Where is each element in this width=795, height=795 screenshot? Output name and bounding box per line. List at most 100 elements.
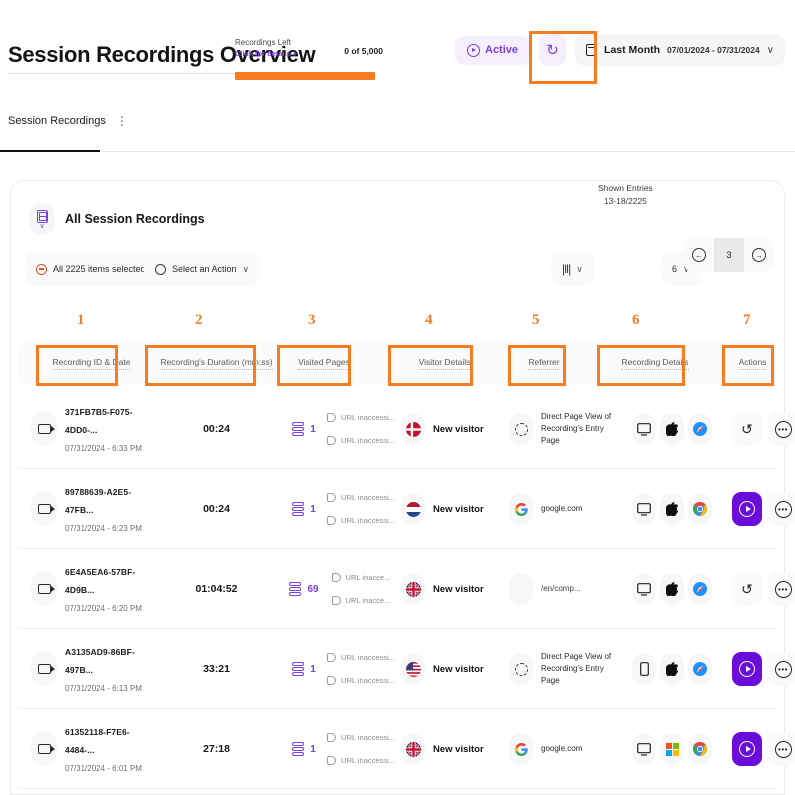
os-icon-apple[interactable] (660, 653, 684, 685)
chevron-down-icon: ∨ (766, 44, 774, 56)
table-row[interactable]: 6E4A5EA6-57BF-4D9B... 07/31/2024 - 6:20 P… (19, 549, 795, 629)
enter-arrow-icon (327, 733, 337, 742)
active-filter-label: Active (485, 44, 519, 56)
referrer-text: Direct Page View of Recording's Entry Pa… (541, 652, 612, 685)
cell-recording-id[interactable]: 61352118-F7E6-4484-... 07/31/2024 - 6:01 … (25, 709, 153, 789)
country-flag-badge (401, 573, 425, 605)
cell-visited-pages[interactable]: 69 (284, 549, 324, 629)
date-range-picker[interactable]: Last Month 07/01/2024 - 07/31/2024 ∨ (575, 34, 785, 66)
os-icon-apple[interactable] (660, 493, 684, 525)
browser-icon-safari[interactable] (688, 653, 712, 685)
column-header-recording-id[interactable]: Recording ID & Date (39, 341, 144, 385)
entry-url[interactable]: URL inaccessi... (327, 653, 395, 662)
exit-url[interactable]: URL inacce... (331, 596, 390, 605)
column-header-visited-pages[interactable]: Visited Pages (284, 341, 364, 385)
visited-pages-count: 1 (310, 663, 316, 675)
cell-recording-id[interactable]: 89788639-A2E5-47FB... 07/31/2024 - 6:23 P… (25, 469, 153, 549)
play-icon (739, 661, 755, 677)
cell-visitor-details[interactable]: New visitor (401, 469, 509, 549)
more-options-button[interactable]: ••• (768, 732, 795, 766)
cell-visitor-details[interactable]: New visitor (401, 549, 509, 629)
entry-url[interactable]: URL inacce... (331, 573, 390, 582)
exit-arrow-icon (327, 756, 337, 765)
recordings-list-icon[interactable]: ∨ (29, 203, 55, 235)
cell-referrer[interactable]: google.com (509, 469, 614, 549)
cell-visitor-details[interactable]: New visitor (401, 629, 509, 709)
prev-page-button[interactable]: ← (684, 238, 714, 272)
table-row[interactable]: 61352118-F7E6-4484-... 07/31/2024 - 6:01 … (19, 709, 795, 789)
cell-visited-pages[interactable]: 1 (284, 709, 324, 789)
layers-icon (289, 582, 302, 596)
column-header-recording-details[interactable]: Recording Details (605, 341, 705, 385)
replay-icon: ↺ (741, 420, 753, 437)
os-icon-apple[interactable] (660, 573, 684, 605)
pagination: ← 3 → (684, 238, 774, 272)
table-row[interactable]: A3135AD9-86BF-497B... 07/31/2024 - 6:13 P… (19, 629, 795, 709)
table-row[interactable]: 89788639-A2E5-47FB... 07/31/2024 - 6:23 P… (19, 469, 795, 549)
cell-referrer[interactable]: google.com (509, 709, 614, 789)
os-icon-windows[interactable] (660, 733, 684, 765)
cell-referrer[interactable]: Direct Page View of Recording's Entry Pa… (509, 629, 614, 709)
device-icon-desktop[interactable] (632, 493, 656, 525)
cell-recording-id[interactable]: 6E4A5EA6-57BF-4D9B... 07/31/2024 - 6:20 P… (25, 549, 153, 629)
exit-url[interactable]: URL inaccessi... (327, 516, 395, 525)
cell-visited-pages[interactable]: 1 (284, 629, 324, 709)
cell-visited-pages[interactable]: 1 (284, 389, 324, 469)
video-camera-icon (37, 664, 55, 674)
more-options-button[interactable]: ••• (768, 492, 795, 526)
play-recording-button[interactable] (732, 652, 762, 686)
current-page-number[interactable]: 3 (714, 238, 744, 272)
column-header-referrer[interactable]: Referrer (514, 341, 574, 385)
exit-url[interactable]: URL inaccessi... (327, 676, 395, 685)
device-icon-mobile[interactable] (632, 653, 656, 685)
cell-visited-pages[interactable]: 1 (284, 469, 324, 549)
more-options-button[interactable]: ••• (768, 652, 795, 686)
column-header-duration[interactable]: Recording's Duration (mm:ss) (154, 341, 279, 385)
play-recording-button[interactable] (732, 732, 762, 766)
browser-icon-safari[interactable] (688, 573, 712, 605)
enter-arrow-icon (331, 573, 341, 582)
column-header-visitor-details[interactable]: Visitor Details (397, 341, 492, 385)
table-row[interactable]: 371FB7B5-F075-4DD0-... 07/31/2024 - 6:33 … (19, 389, 795, 469)
recording-id: 89788639-A2E5-47FB... (65, 487, 132, 515)
cell-actions: ↺ ••• (731, 389, 795, 469)
select-action-dropdown[interactable]: Select an Action ∨ (144, 252, 261, 286)
replay-recording-button[interactable]: ↺ (732, 572, 762, 606)
entry-url[interactable]: URL inaccessi... (327, 413, 395, 422)
entry-url[interactable]: URL inaccessi... (327, 733, 395, 742)
replay-recording-button[interactable]: ↺ (732, 412, 762, 446)
column-header-actions[interactable]: Actions (725, 341, 780, 385)
filter-settings-button[interactable]: |‖| ∨ (551, 252, 594, 286)
more-options-button[interactable]: ••• (768, 412, 795, 446)
device-icon-desktop[interactable] (632, 413, 656, 445)
layers-icon (292, 422, 305, 436)
cell-referrer[interactable]: /en/comp... (509, 549, 614, 629)
exit-url[interactable]: URL inaccessi... (327, 756, 395, 765)
cell-visitor-details[interactable]: New visitor (401, 709, 509, 789)
play-recording-button[interactable] (732, 492, 762, 526)
cell-recording-id[interactable]: 371FB7B5-F075-4DD0-... 07/31/2024 - 6:33 … (25, 389, 153, 469)
os-icon-apple[interactable] (660, 413, 684, 445)
next-page-button[interactable]: → (744, 238, 774, 272)
tab-session-recordings[interactable]: Session Recordings ⋮ (8, 108, 142, 141)
cell-referrer[interactable]: Direct Page View of Recording's Entry Pa… (509, 389, 614, 469)
entry-url[interactable]: URL inaccessi... (327, 493, 395, 502)
active-filter-button[interactable]: Active (455, 35, 531, 65)
more-options-button[interactable]: ••• (768, 572, 795, 606)
cell-recording-id[interactable]: A3135AD9-86BF-497B... 07/31/2024 - 6:13 P… (25, 629, 153, 709)
cell-duration: 27:18 (203, 743, 230, 755)
play-icon (739, 741, 755, 757)
tab-kebab-icon[interactable]: ⋮ (116, 114, 128, 128)
visitor-type: New visitor (433, 743, 484, 755)
device-icon-desktop[interactable] (632, 733, 656, 765)
visited-pages-count: 1 (310, 423, 316, 435)
browser-icon-safari[interactable] (688, 413, 712, 445)
refresh-button[interactable]: ↻ (539, 34, 567, 66)
annotation-number-5: 5 (532, 312, 540, 328)
play-icon (739, 501, 755, 517)
cell-visitor-details[interactable]: New visitor (401, 389, 509, 469)
exit-url[interactable]: URL inaccessi... (327, 436, 395, 445)
device-icon-desktop[interactable] (632, 573, 656, 605)
browser-icon-chrome[interactable] (688, 733, 712, 765)
browser-icon-chrome[interactable] (688, 493, 712, 525)
